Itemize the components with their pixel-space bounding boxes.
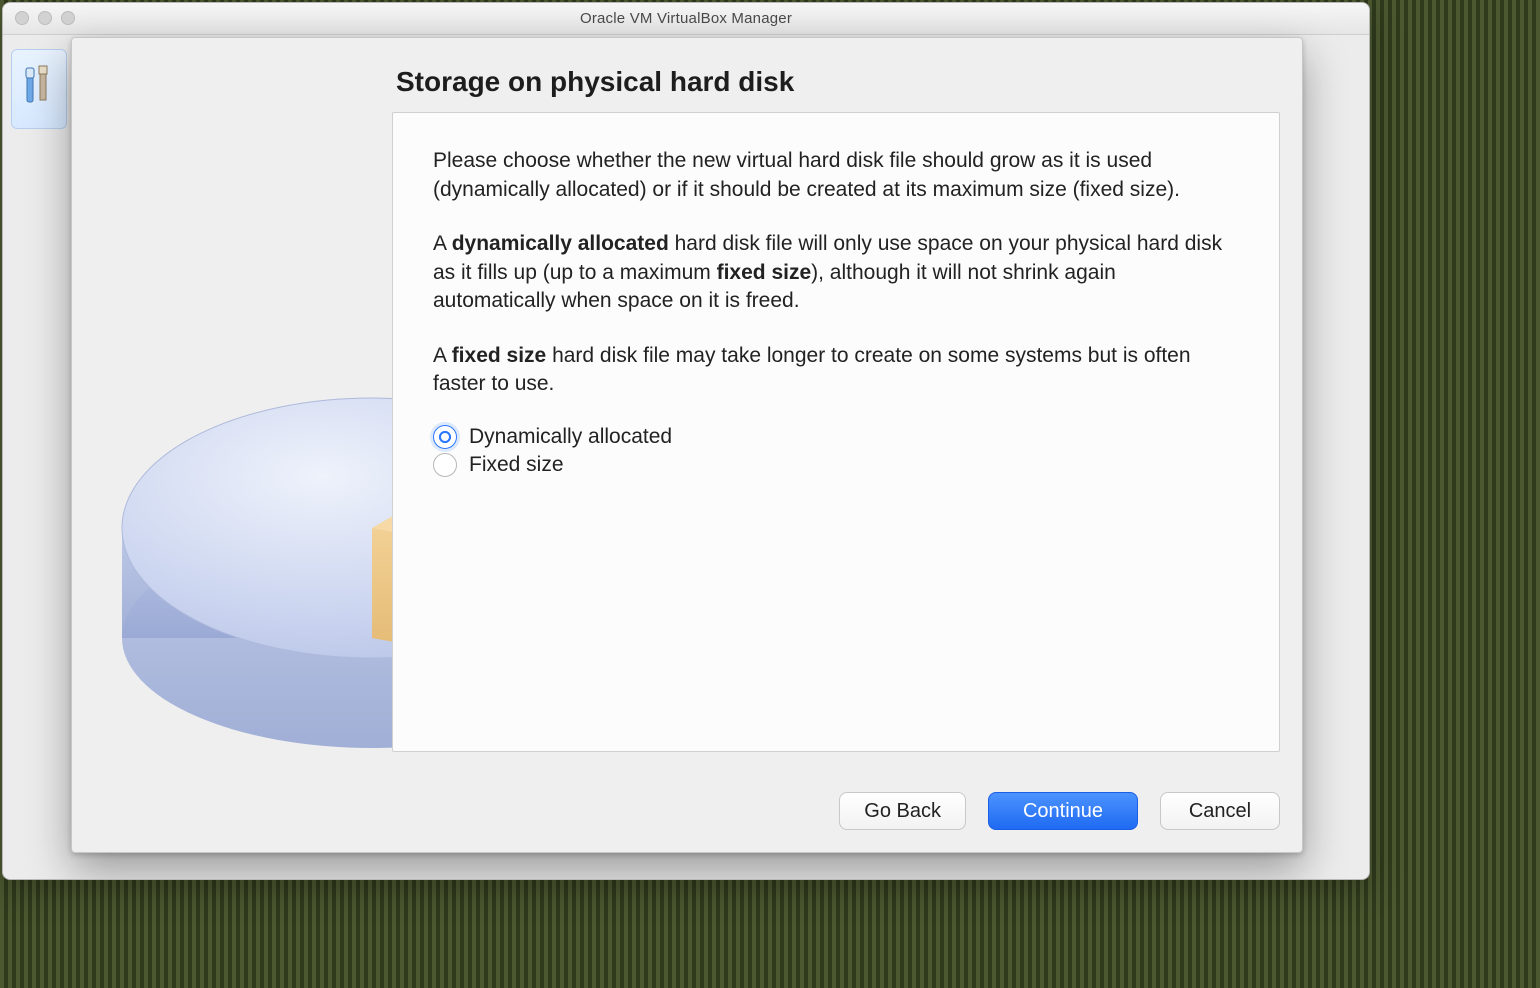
intro-paragraph: Please choose whether the new virtual ha… [433,147,1239,204]
text: A [433,232,452,255]
text-bold: fixed size [452,344,547,367]
tools-icon [22,64,56,114]
cancel-button[interactable]: Cancel [1160,792,1280,830]
dynamic-paragraph: A dynamically allocated hard disk file w… [433,230,1239,316]
radio-label-fixed: Fixed size [469,453,564,477]
continue-button[interactable]: Continue [988,792,1138,830]
wizard-content: Please choose whether the new virtual ha… [392,112,1280,752]
go-back-button[interactable]: Go Back [839,792,966,830]
window-title: Oracle VM VirtualBox Manager [580,10,792,27]
main-window: Oracle VM VirtualBox Manager [2,2,1370,880]
tools-sidebar-item[interactable] [11,49,67,129]
fixed-paragraph: A fixed size hard disk file may take lon… [433,342,1239,399]
titlebar: Oracle VM VirtualBox Manager [3,3,1369,35]
minimize-window-button[interactable] [38,11,52,25]
desktop-background: Oracle VM VirtualBox Manager [0,0,1540,988]
wizard-title: Storage on physical hard disk [396,66,1278,98]
text: A [433,344,452,367]
radio-option-fixed[interactable]: Fixed size [433,453,1239,477]
wizard-buttons: Go Back Continue Cancel [839,792,1280,830]
radio-label-dynamic: Dynamically allocated [469,425,672,449]
text-bold: dynamically allocated [452,232,669,255]
text-bold: fixed size [717,261,812,284]
zoom-window-button[interactable] [61,11,75,25]
text: hard disk file may take longer to create… [433,344,1191,396]
radio-button-dynamic[interactable] [433,425,457,449]
radio-option-dynamic[interactable]: Dynamically allocated [433,425,1239,449]
close-window-button[interactable] [15,11,29,25]
radio-button-fixed[interactable] [433,453,457,477]
create-hard-disk-dialog: Storage on physical hard disk Please cho… [71,37,1303,853]
window-controls [15,11,75,25]
